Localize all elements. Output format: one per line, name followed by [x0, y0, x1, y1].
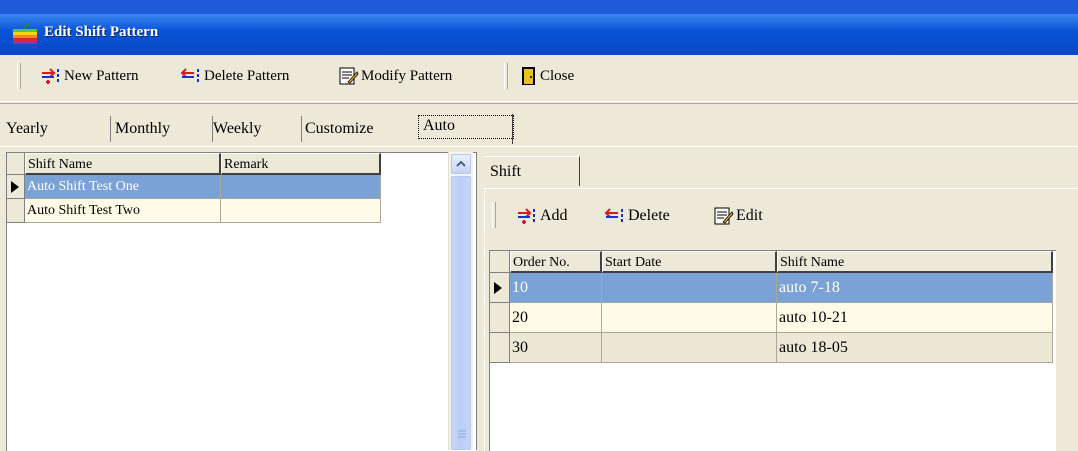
new-pattern-button[interactable]: New Pattern [40, 64, 139, 88]
pattern-grid-scrollbar[interactable] [448, 152, 473, 450]
row-indicator-header [7, 153, 25, 175]
toolbar-grip[interactable] [17, 63, 21, 89]
table-row[interactable]: 20 auto 10-21 [490, 303, 1053, 333]
delete-icon [180, 68, 199, 82]
tab-auto-label: Auto [423, 117, 455, 134]
table-row[interactable]: Auto Shift Test One [7, 175, 381, 199]
col-shift-name[interactable]: Shift Name [777, 251, 1053, 273]
main-toolbar: New Pattern Delete Pattern Modify Patter… [0, 55, 1078, 102]
door-icon [522, 67, 535, 85]
cell-order-no[interactable]: 20 [510, 303, 602, 333]
row-indicator [7, 199, 25, 223]
tab-yearly-label: Yearly [6, 120, 48, 137]
title-bar-inner: Edit Shift Pattern [0, 14, 1078, 55]
col-remark[interactable]: Remark [221, 153, 381, 175]
tab-weekly[interactable]: Weekly [209, 116, 302, 142]
edit-label: Edit [736, 207, 763, 224]
table-row[interactable]: 10 auto 7-18 [490, 273, 1053, 303]
delete-shift-label: Delete [628, 207, 670, 224]
tab-strip-edge [512, 114, 513, 144]
cell-order-no[interactable]: 30 [510, 333, 602, 363]
scroll-thumb[interactable] [451, 176, 471, 450]
delete-shift-button[interactable]: Delete [604, 204, 670, 228]
cell-start-date[interactable] [602, 303, 777, 333]
row-indicator [490, 273, 510, 303]
col-order-no[interactable]: Order No. [510, 251, 602, 273]
col-shift-name[interactable]: Shift Name [25, 153, 221, 175]
tab-shift[interactable]: Shift [484, 156, 580, 186]
edit-button[interactable]: Edit [712, 204, 763, 228]
row-indicator [490, 333, 510, 363]
new-icon [42, 68, 59, 84]
cell-shift-name[interactable]: Auto Shift Test Two [25, 199, 221, 223]
tab-weekly-label: Weekly [213, 120, 262, 137]
table-row[interactable]: 30 auto 18-05 [490, 333, 1053, 363]
new-pattern-label: New Pattern [64, 67, 139, 84]
col-start-date[interactable]: Start Date [602, 251, 777, 273]
window-title: Edit Shift Pattern [44, 24, 159, 40]
tab-customize[interactable]: Customize [301, 116, 417, 142]
delete-pattern-button[interactable]: Delete Pattern [180, 64, 289, 88]
shift-panel: Shift Add Delete Edit Order No. Start Da… [484, 152, 1078, 451]
modify-pattern-button[interactable]: Modify Pattern [337, 64, 452, 88]
tab-auto[interactable]: Auto [418, 115, 514, 139]
current-row-icon [11, 181, 19, 193]
shift-toolbar-grip[interactable] [492, 202, 496, 228]
cell-order-no[interactable]: 10 [510, 273, 602, 303]
cell-shift-name[interactable]: auto 7-18 [777, 273, 1053, 303]
chevron-up-icon [456, 160, 466, 167]
cell-start-date[interactable] [602, 333, 777, 363]
modify-pattern-label: Modify Pattern [361, 67, 453, 84]
cell-shift-name[interactable]: Auto Shift Test One [25, 175, 221, 199]
toolbar-separator [504, 63, 508, 89]
cell-shift-name[interactable]: auto 10-21 [777, 303, 1053, 333]
add-button[interactable]: Add [516, 204, 568, 228]
cell-start-date[interactable] [602, 273, 777, 303]
table-row[interactable]: Auto Shift Test Two [7, 199, 381, 223]
shift-toolbar: Add Delete Edit [484, 196, 1078, 236]
row-indicator-header [490, 251, 510, 273]
pattern-grid-header: Shift Name Remark [7, 153, 381, 175]
add-label: Add [540, 207, 568, 224]
close-label: Close [540, 67, 575, 84]
delete-pattern-label: Delete Pattern [204, 67, 290, 84]
cell-remark[interactable] [221, 199, 381, 223]
row-indicator [7, 175, 25, 199]
tab-yearly[interactable]: Yearly [2, 116, 111, 142]
scroll-up-button[interactable] [451, 154, 471, 174]
grip-icon [458, 430, 466, 438]
app-icon [12, 23, 38, 45]
shift-grid: Order No. Start Date Shift Name 10 auto … [489, 250, 1056, 451]
add-icon [518, 208, 535, 224]
tab-customize-label: Customize [305, 120, 374, 137]
delete-shift-icon [604, 208, 623, 222]
modify-icon [339, 67, 359, 85]
cell-shift-name[interactable]: auto 18-05 [777, 333, 1053, 363]
shift-grid-header: Order No. Start Date Shift Name [490, 251, 1053, 273]
pattern-grid: Shift Name Remark Auto Shift Test One Au… [6, 152, 477, 451]
tab-monthly[interactable]: Monthly [111, 116, 213, 142]
tab-shift-label: Shift [490, 163, 522, 180]
current-row-icon [494, 282, 502, 294]
edit-icon [714, 207, 734, 225]
pattern-tabs: Yearly Monthly Weekly Customize Auto [0, 103, 1078, 148]
row-indicator [490, 303, 510, 333]
close-button[interactable]: Close [520, 64, 574, 88]
title-bar: Edit Shift Pattern [0, 0, 1078, 55]
cell-remark[interactable] [221, 175, 381, 199]
tab-monthly-label: Monthly [115, 120, 171, 137]
